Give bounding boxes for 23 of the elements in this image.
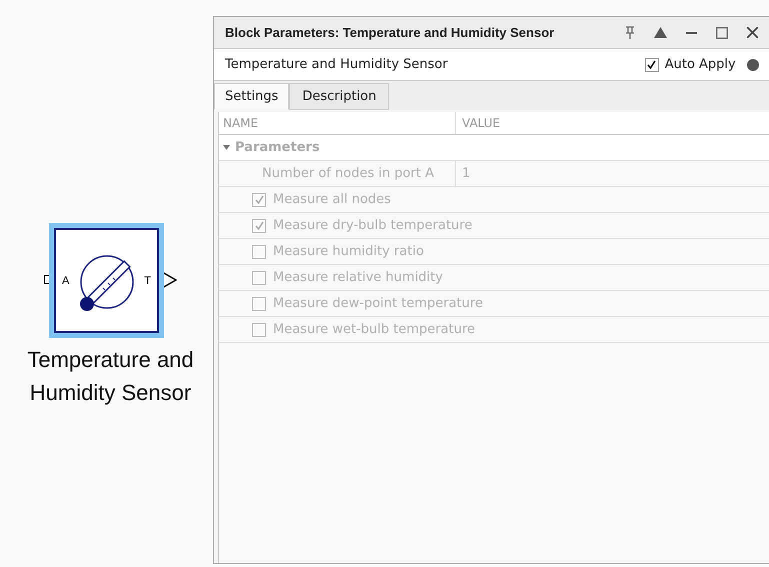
- block-title: Temperature and Humidity Sensor: [225, 57, 448, 72]
- window-title: Block Parameters: Temperature and Humidity Sensor: [225, 25, 554, 40]
- minimize-icon[interactable]: [686, 32, 698, 34]
- triangle-up-icon[interactable]: [654, 27, 668, 38]
- check-icon: [254, 195, 264, 204]
- block-name: Humidity Sensor: [30, 379, 192, 407]
- parameter-label: Number of nodes in port A: [219, 161, 456, 186]
- column-header: NAME: [219, 112, 456, 134]
- port-label: T: [144, 274, 151, 286]
- maximize-icon[interactable]: [716, 26, 728, 38]
- tab[interactable]: Description: [289, 83, 390, 110]
- caret-icon: [223, 145, 230, 150]
- check-icon: [254, 221, 264, 230]
- close-icon[interactable]: [747, 27, 758, 38]
- check-icon: [647, 60, 656, 69]
- column-header: VALUE: [461, 116, 500, 130]
- block-name: Temperature and: [27, 346, 194, 374]
- auto-apply-checkbox[interactable]: Auto Apply: [644, 57, 736, 72]
- output-port-icon: [161, 270, 177, 290]
- tab[interactable]: Settings: [214, 83, 290, 110]
- port-label: A: [62, 274, 70, 286]
- pin-icon[interactable]: [625, 26, 636, 40]
- help-icon[interactable]: [746, 58, 759, 70]
